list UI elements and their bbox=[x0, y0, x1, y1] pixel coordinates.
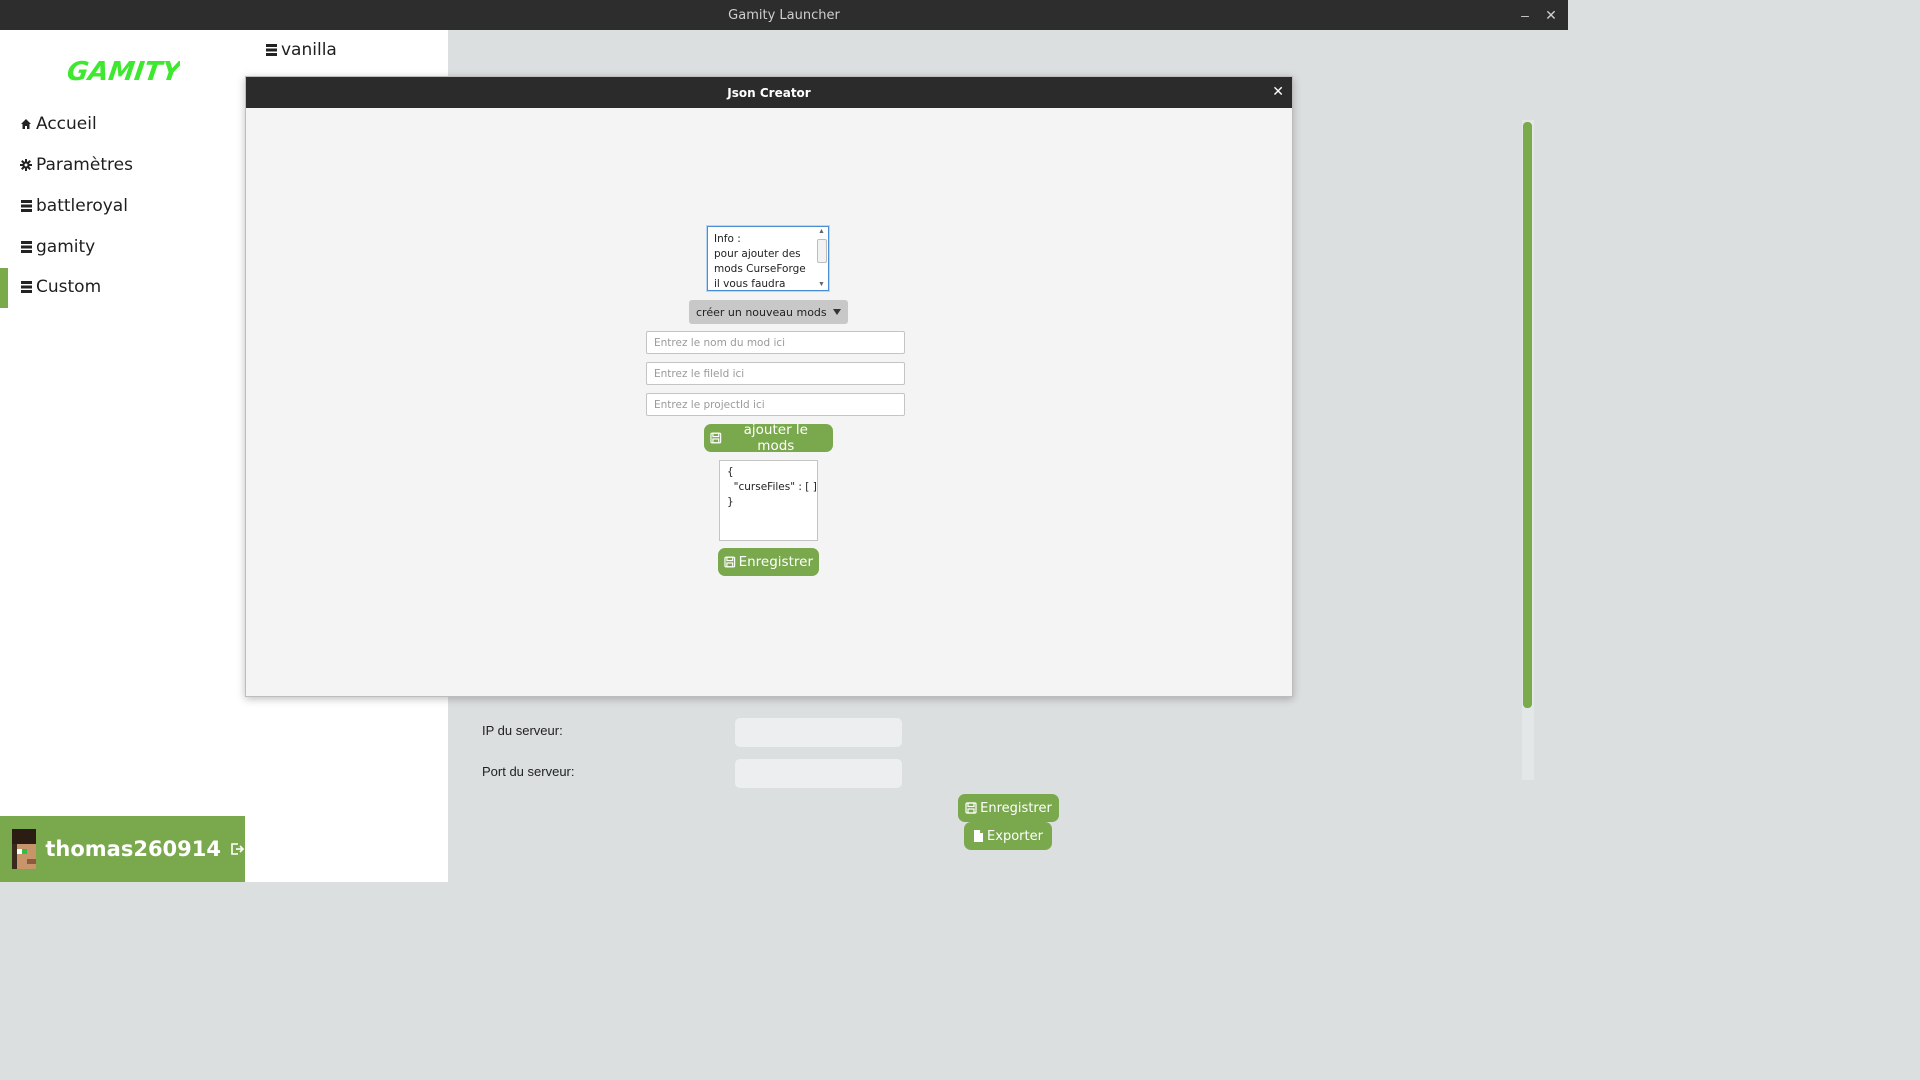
sidebar-item-accueil[interactable]: Accueil bbox=[0, 105, 245, 143]
main-save-label: Enregistrer bbox=[980, 800, 1052, 816]
mod-mode-value: créer un nouveau mods bbox=[696, 305, 827, 319]
sidebar-item-label: Paramètres bbox=[36, 155, 133, 175]
close-icon[interactable]: ✕ bbox=[1538, 0, 1564, 30]
sidebar-item-label: Custom bbox=[36, 277, 102, 297]
dialog-close-icon[interactable]: ✕ bbox=[1272, 84, 1284, 100]
json-preview-textarea[interactable]: { "curseFiles" : [ ] } bbox=[719, 460, 818, 541]
server-port-field[interactable] bbox=[735, 759, 902, 788]
export-button[interactable]: Exporter bbox=[964, 822, 1052, 850]
gear-icon bbox=[19, 159, 33, 171]
info-scrollbar-thumb[interactable] bbox=[817, 239, 827, 263]
info-scrollbar[interactable]: ▲ ▼ bbox=[817, 228, 827, 288]
home-icon bbox=[19, 118, 33, 130]
sidebar-item-parametres[interactable]: Paramètres bbox=[0, 146, 245, 184]
server-icon bbox=[19, 241, 33, 253]
file-id-input[interactable] bbox=[646, 362, 905, 385]
username: thomas260914 bbox=[45, 837, 221, 861]
add-mod-label: ajouter le mods bbox=[743, 422, 808, 454]
server-item-vanilla[interactable]: vanilla bbox=[266, 40, 337, 60]
scroll-up-icon[interactable]: ▲ bbox=[818, 228, 825, 235]
sidebar-item-battleroyal[interactable]: battleroyal bbox=[0, 187, 245, 225]
save-icon bbox=[965, 802, 977, 814]
dialog-save-label: Enregistrer bbox=[738, 554, 813, 570]
server-item-label: vanilla bbox=[281, 40, 337, 60]
server-ip-label: IP du serveur: bbox=[482, 723, 563, 738]
mod-name-input[interactable] bbox=[646, 331, 905, 354]
export-label: Exporter bbox=[987, 828, 1043, 844]
gamity-logo-text: GAMITY bbox=[68, 57, 180, 87]
scroll-down-icon[interactable]: ▼ bbox=[818, 281, 825, 288]
window-title-bar: Gamity Launcher – ✕ bbox=[0, 0, 1568, 30]
dialog-header: Json Creator ✕ bbox=[246, 77, 1292, 108]
chevron-down-icon bbox=[833, 309, 841, 315]
user-bar: thomas260914 bbox=[0, 816, 245, 882]
json-creator-dialog: Json Creator ✕ Info : pour ajouter des m… bbox=[245, 76, 1293, 697]
server-icon bbox=[266, 44, 277, 56]
sidebar-item-custom[interactable]: Custom bbox=[0, 268, 245, 308]
project-id-input[interactable] bbox=[646, 393, 905, 416]
server-icon bbox=[19, 281, 33, 293]
file-icon bbox=[974, 830, 984, 842]
server-port-label: Port du serveur: bbox=[482, 764, 575, 779]
dialog-title: Json Creator bbox=[727, 85, 811, 100]
sidebar: GAMITY Accueil Paramètres battleroyal ga… bbox=[0, 30, 245, 882]
avatar bbox=[12, 829, 37, 869]
sidebar-item-label: battleroyal bbox=[36, 196, 128, 216]
minimize-icon[interactable]: – bbox=[1512, 0, 1538, 30]
json-preview-text: { "curseFiles" : [ ] } bbox=[727, 466, 817, 508]
gamity-logo: GAMITY bbox=[68, 57, 180, 87]
info-text: Info : pour ajouter des mods CurseForge … bbox=[714, 233, 806, 290]
server-ip-field[interactable] bbox=[735, 718, 902, 747]
window-title: Gamity Launcher bbox=[728, 7, 840, 23]
mod-mode-select[interactable]: créer un nouveau mods bbox=[689, 300, 848, 324]
save-icon bbox=[724, 556, 736, 568]
main-scrollbar-thumb[interactable] bbox=[1523, 122, 1532, 708]
add-mod-button[interactable]: ajouter le mods bbox=[704, 422, 833, 454]
logout-icon[interactable] bbox=[229, 841, 245, 857]
server-icon bbox=[19, 200, 33, 212]
main-save-button[interactable]: Enregistrer bbox=[958, 794, 1059, 822]
dialog-save-button[interactable]: Enregistrer bbox=[718, 548, 819, 576]
save-icon bbox=[710, 432, 722, 444]
info-textarea[interactable]: Info : pour ajouter des mods CurseForge … bbox=[707, 226, 829, 291]
sidebar-item-label: gamity bbox=[36, 237, 96, 257]
sidebar-item-gamity[interactable]: gamity bbox=[0, 228, 245, 266]
sidebar-item-label: Accueil bbox=[36, 114, 97, 134]
